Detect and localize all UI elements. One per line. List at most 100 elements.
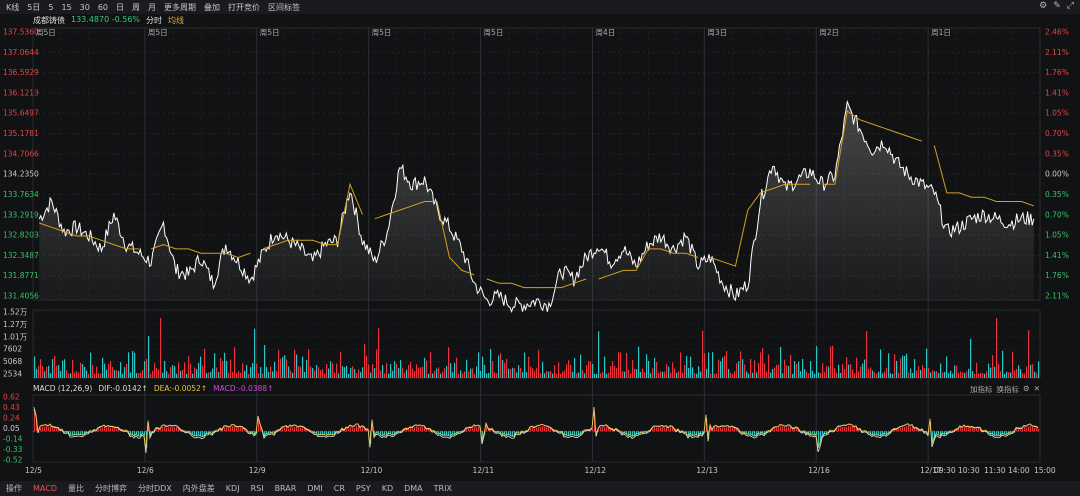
volume-bar (150, 373, 152, 378)
tab-8[interactable]: BRAR (275, 484, 297, 493)
volume-bar (710, 373, 712, 378)
volume-bar (690, 356, 692, 378)
tab-7[interactable]: RSI (251, 484, 264, 493)
volume-bar (1000, 371, 1002, 378)
volume-bar (568, 360, 570, 378)
volume-bar (1026, 366, 1028, 378)
volume-bar (702, 330, 704, 378)
gear-icon[interactable]: ⚙ (1023, 384, 1030, 395)
add-indicator-button[interactable]: 加指标 (970, 384, 993, 395)
switch-indicator-button[interactable]: 换指标 (996, 384, 1019, 395)
tab-macd[interactable]: MACD (33, 484, 57, 493)
volume-bar (560, 373, 562, 378)
volume-bar (220, 358, 222, 378)
tab-4[interactable]: 分时DDX (138, 483, 172, 494)
volume-bar (510, 369, 512, 378)
volume-bar (688, 368, 690, 378)
tab-5[interactable]: 内外盘差 (183, 483, 215, 494)
left-tick-label: 136.1213 (3, 88, 39, 97)
volume-bar (576, 373, 578, 378)
volume-bar (782, 373, 784, 378)
volume-bar (598, 331, 600, 378)
macd-bar (224, 427, 226, 432)
volume-bar (724, 355, 726, 378)
tab-11[interactable]: PSY (356, 484, 371, 493)
volume-bar (1024, 373, 1026, 378)
macd-bar (728, 427, 730, 432)
macd-bar (540, 426, 542, 432)
volume-bar (682, 372, 684, 378)
macd-bar (668, 428, 670, 432)
volume-bar (302, 356, 304, 378)
day-label: 周5日 (260, 28, 280, 37)
volume-bar (176, 373, 178, 378)
volume-bar (888, 353, 890, 378)
macd-bar (604, 427, 606, 432)
volume-bar (216, 367, 218, 378)
tab-2[interactable]: 量比 (68, 483, 84, 494)
volume-bar (368, 364, 370, 378)
volume-bar (844, 368, 846, 378)
close-icon[interactable]: ✕ (1034, 384, 1040, 395)
macd-bar (466, 428, 468, 432)
volume-bar (386, 363, 388, 378)
macd-bar (346, 428, 348, 432)
volume-bar (390, 364, 392, 378)
macd-bar (782, 426, 784, 432)
volume-bar (666, 363, 668, 378)
tab-3[interactable]: 分时博弈 (95, 483, 127, 494)
volume-bar (470, 368, 472, 378)
volume-bar (660, 371, 662, 378)
left-tick-label: 133.2919 (3, 210, 39, 219)
macd-bar (228, 427, 230, 432)
volume-bar (84, 366, 86, 378)
macd-bar (666, 427, 668, 432)
volume-bar (74, 372, 76, 378)
volume-bar (398, 368, 400, 378)
volume-bar (454, 362, 456, 378)
macd-name[interactable]: MACD (12,26,9) (33, 384, 92, 393)
macd-bar (914, 428, 916, 432)
volume-bar (80, 362, 82, 378)
macd-bar (108, 426, 110, 432)
tab-0[interactable]: 操作 (6, 483, 22, 494)
volume-bar (732, 373, 734, 378)
left-tick-label: 137.0644 (3, 48, 39, 57)
right-tick-label: 0.70% (1045, 129, 1069, 138)
volume-bar (552, 373, 554, 378)
macd-bar (792, 428, 794, 432)
volume-bar (342, 366, 344, 378)
volume-bar (542, 361, 544, 378)
volume-bar (866, 331, 868, 378)
volume-bar (1036, 373, 1038, 378)
left-tick-label: 131.8771 (3, 271, 39, 280)
volume-bar (1012, 351, 1014, 378)
macd-bar (736, 428, 738, 432)
tab-13[interactable]: DMA (404, 484, 423, 493)
volume-bar (990, 367, 992, 378)
volume-bar (962, 372, 964, 378)
volume-bar (540, 373, 542, 378)
macd-bar (846, 426, 848, 432)
macd-bar (166, 427, 168, 432)
tab-6[interactable]: KDJ (226, 484, 240, 493)
macd-bar (774, 428, 776, 432)
volume-bar (396, 363, 398, 378)
x-axis-label: 12/10 (361, 466, 383, 475)
volume-bar (466, 359, 468, 378)
tab-14[interactable]: TRIX (434, 484, 452, 493)
volume-bar (950, 370, 952, 378)
macd-bar (1038, 428, 1040, 432)
macd-tick-label: -0.14 (3, 435, 23, 444)
tab-10[interactable]: CR (334, 484, 345, 493)
volume-bar (60, 370, 62, 378)
volume-bar (108, 364, 110, 378)
right-tick-label: 2.46% (1045, 28, 1069, 37)
volume-bar (624, 371, 626, 378)
right-tick-label: 1.76% (1045, 68, 1069, 77)
macd-bar (412, 428, 414, 432)
volume-bar (66, 370, 68, 378)
tab-9[interactable]: DMI (307, 484, 322, 493)
macd-bar (280, 430, 282, 432)
tab-12[interactable]: KD (382, 484, 393, 493)
